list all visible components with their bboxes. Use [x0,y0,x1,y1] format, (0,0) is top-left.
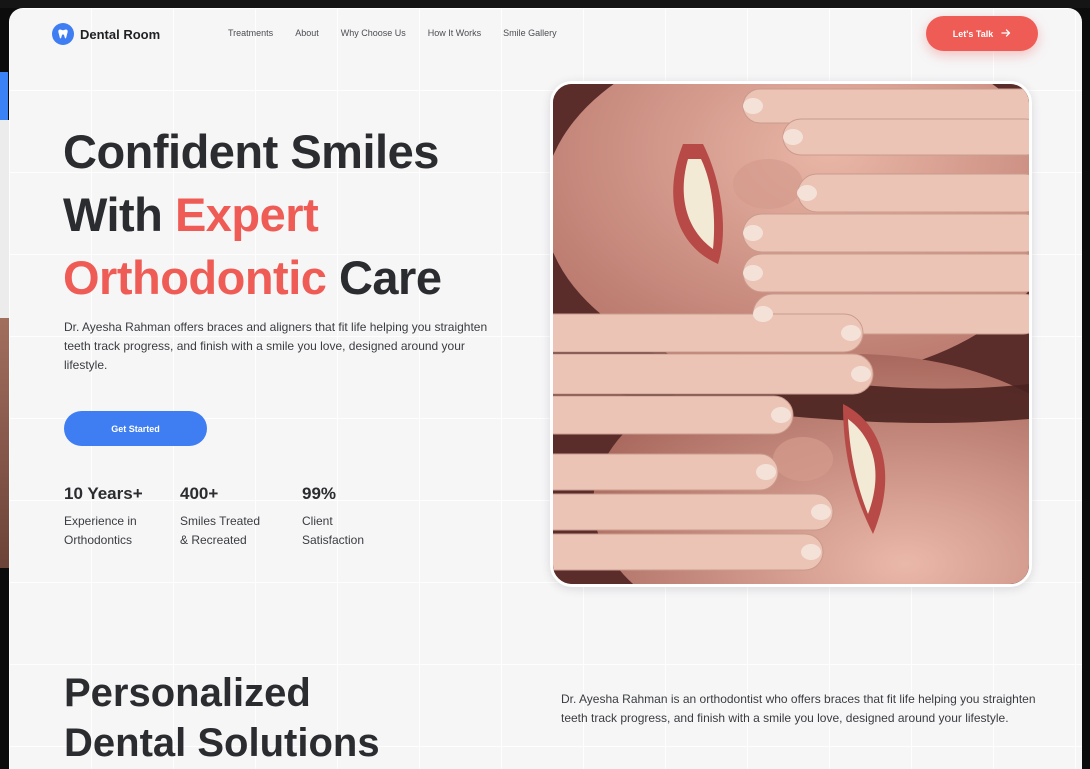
stat-value: 99% [302,484,337,503]
hero-title-line1: Confident Smiles [63,125,439,178]
stat-label-line: Smiles Treated [180,514,261,528]
stat-satisfaction: 99% Client Satisfaction [302,484,364,550]
stat-label: Smiles Treated & Recreated [180,512,260,550]
background-window-strip [0,0,1090,8]
brand-logo[interactable]: Dental Room [52,23,160,45]
hero-title: Confident Smiles With Expert Orthodontic… [63,120,442,309]
arrow-right-icon [1001,28,1011,40]
stat-value: 400+ [180,484,219,503]
section-description: Dr. Ayesha Rahman is an orthodontist who… [561,692,1036,725]
landing-page: Dental Room Treatments About Why Choose … [9,8,1082,769]
lets-talk-label: Let's Talk [952,28,994,39]
stat-label-line: Experience in [64,514,137,528]
hero-title-line3-plain: Care [326,251,442,304]
hero-title-line3-accent: Orthodontic [63,251,327,304]
nav-links: Treatments About Why Choose Us How It Wo… [228,28,579,38]
stat-value: 10 Years+ [64,484,143,503]
hero-title-line2-plain: With [63,188,175,241]
nav-link-how-it-works[interactable]: How It Works [428,28,481,38]
get-started-button[interactable]: Get Started [64,411,207,446]
stat-label-line: Orthodontics [64,533,133,547]
stat-label: Client Satisfaction [302,512,364,550]
stat-label-line: & Recreated [180,533,247,547]
lets-talk-button[interactable]: Let's Talk [926,16,1038,51]
nav-link-about[interactable]: About [295,28,319,38]
section-title: Personalized Dental Solutions [64,668,380,768]
background-window-panel [0,120,9,320]
nav-link-why-choose-us[interactable]: Why Choose Us [341,28,406,38]
nav-link-treatments[interactable]: Treatments [228,28,273,38]
hero-description: Dr. Ayesha Rahman offers braces and alig… [64,320,488,372]
top-navigation: Dental Room Treatments About Why Choose … [9,8,1082,62]
stat-experience: 10 Years+ Experience in Orthodontics [64,484,143,550]
section-title-line1: Personalized [64,671,311,715]
tooth-icon [52,23,74,45]
hero-title-line2-accent: Expert [174,188,319,241]
stat-label-line: Client [302,514,333,528]
smiling-faces-illustration [553,84,1029,584]
stat-smiles: 400+ Smiles Treated & Recreated [180,484,260,550]
hero-image [550,81,1032,587]
section-title-line2: Dental Solutions [64,721,380,765]
background-window-tab [0,72,8,120]
brand-name: Dental Room [80,26,161,42]
nav-link-smile-gallery[interactable]: Smile Gallery [503,28,557,38]
background-window-photo [0,318,9,568]
stat-label: Experience in Orthodontics [64,512,143,550]
stat-label-line: Satisfaction [302,533,365,547]
